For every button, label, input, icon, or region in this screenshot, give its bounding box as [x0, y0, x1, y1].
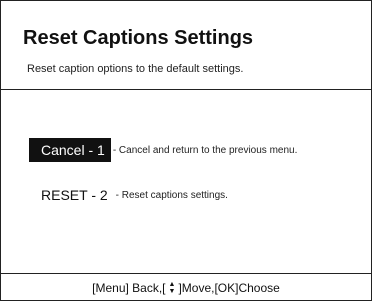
- reset-option[interactable]: RESET - 2 - Reset captions settings.: [29, 182, 228, 208]
- up-down-arrows: ▲ ▼: [169, 281, 176, 295]
- reset-option-description: - Reset captions settings.: [115, 189, 228, 201]
- help-move-choose-text: ]Move,[OK]Choose: [178, 280, 280, 295]
- up-arrow-icon: ▲: [168, 280, 176, 288]
- down-arrow-icon: ▼: [168, 287, 176, 295]
- dialog-title: Reset Captions Settings: [23, 27, 254, 49]
- cancel-option-description: - Cancel and return to the previous menu…: [112, 144, 298, 156]
- help-back-text: [Menu] Back,[: [92, 280, 166, 295]
- cancel-option[interactable]: Cancel - 1 - Cancel and return to the pr…: [29, 137, 297, 163]
- dialog-subtitle: Reset caption options to the default set…: [27, 63, 244, 75]
- dialog-header: Reset Captions Settings Reset caption op…: [1, 1, 371, 90]
- cancel-option-label[interactable]: Cancel - 1: [29, 138, 111, 162]
- reset-option-label[interactable]: RESET - 2: [29, 183, 114, 207]
- help-bar: [Menu] Back,[ ▲ ▼ ]Move,[OK]Choose: [1, 273, 371, 301]
- reset-captions-dialog: Reset Captions Settings Reset caption op…: [0, 0, 372, 301]
